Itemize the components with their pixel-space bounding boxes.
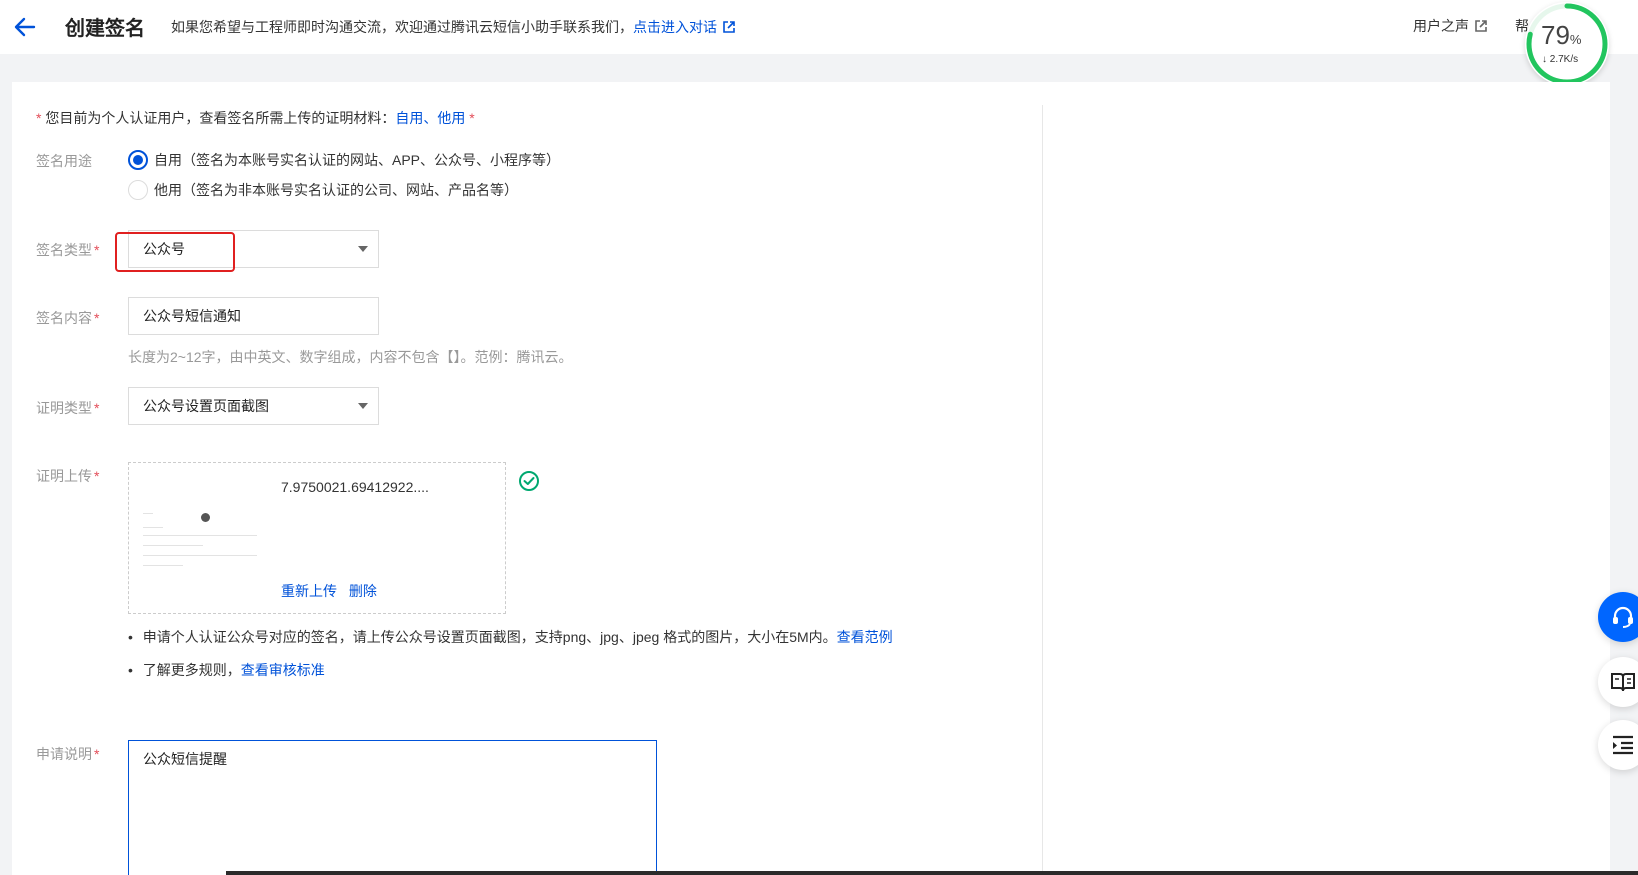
review-standard-link[interactable]: 查看审核标准 (241, 662, 325, 678)
external-link-icon (1475, 20, 1487, 32)
upload-actions: 重新上传 删除 (281, 581, 385, 601)
top-note: 如果您希望与工程师即时沟通交流，欢迎通过腾讯云短信小助手联系我们，点击进入对话 (171, 17, 735, 37)
usage-option-other-label: 他用（签名为非本账号实名认证的公司、网站、产品名等） (154, 182, 518, 198)
user-voice-label: 用户之声 (1413, 18, 1469, 34)
page-title: 创建签名 (65, 18, 145, 40)
certification-notice: * 您目前为个人认证用户，查看签名所需上传的证明材料：自用、他用 * (36, 108, 475, 128)
signature-content-input[interactable]: 公众号短信通知 (128, 297, 379, 335)
signature-type-select[interactable]: 公众号 (128, 230, 379, 268)
thumbnail-line (143, 565, 183, 566)
notice-text: 您目前为个人认证用户，查看签名所需上传的证明材料： (45, 110, 396, 126)
required-mark: * (94, 310, 100, 326)
notice-separator: 、 (423, 110, 438, 126)
top-bar: 创建签名 如果您希望与工程师即时沟通交流，欢迎通过腾讯云短信小助手联系我们，点击… (0, 0, 1638, 54)
external-link-icon[interactable] (723, 21, 735, 33)
bottom-strip (226, 871, 1638, 875)
usage-option-self-label: 自用（签名为本账号实名认证的网站、APP、公众号、小程序等） (154, 152, 561, 168)
required-mark: * (94, 400, 100, 416)
reupload-button[interactable]: 重新上传 (281, 583, 337, 599)
book-icon (1611, 673, 1635, 692)
content-label-text: 签名内容 (36, 310, 92, 326)
uploaded-file-name: 7.9750021.69412922.... (281, 479, 429, 495)
thumbnail-line (143, 535, 257, 536)
caret-down-icon (358, 403, 368, 409)
uploaded-image-thumbnail (141, 503, 261, 573)
thumbnail-line (143, 555, 257, 556)
type-label: 签名类型 * (36, 240, 99, 260)
signature-type-value: 公众号 (143, 241, 185, 257)
required-mark: * (469, 110, 475, 126)
column-divider (1042, 105, 1043, 875)
user-voice-link[interactable]: 用户之声 (1413, 16, 1487, 36)
description-label-text: 申请说明 (36, 746, 92, 762)
content-hint: 长度为2~12字，由中英文、数字组成，内容不包含【】。范例：腾讯云。 (128, 349, 573, 365)
speed-percent: 79% (1541, 20, 1581, 51)
type-label-text: 签名类型 (36, 242, 92, 258)
upload-area[interactable]: 7.9750021.69412922.... 重新上传 删除 (128, 462, 506, 614)
speed-percent-unit: % (1569, 32, 1582, 47)
thumbnail-avatar (201, 513, 210, 522)
upload-label-text: 证明上传 (36, 468, 92, 484)
required-mark: * (94, 242, 100, 258)
usage-option-self[interactable]: 自用（签名为本账号实名认证的网站、APP、公众号、小程序等） (128, 150, 560, 170)
speed-rate: ↓ 2.7K/s (1542, 54, 1579, 65)
proof-type-label-text: 证明类型 (36, 400, 92, 416)
proof-type-value: 公众号设置页面截图 (143, 398, 269, 414)
speed-percent-value: 79 (1541, 20, 1570, 50)
description-label: 申请说明 * (36, 744, 99, 764)
upload-rule-text: 申请个人认证公众号对应的签名，请上传公众号设置页面截图，支持png、jpg、jp… (142, 629, 837, 645)
self-use-link[interactable]: 自用 (395, 110, 423, 126)
thumbnail-line (143, 545, 203, 546)
top-note-text: 如果您希望与工程师即时沟通交流，欢迎通过腾讯云短信小助手联系我们， (171, 19, 633, 35)
more-rules-text: 了解更多规则， (142, 662, 241, 678)
thumbnail-line (143, 513, 153, 514)
other-use-link[interactable]: 他用 (437, 110, 465, 126)
upload-rule-bullet: 申请个人认证公众号对应的签名，请上传公众号设置页面截图，支持png、jpg、jp… (128, 627, 893, 647)
speed-rate-value: 2.7K/s (1549, 54, 1579, 65)
headset-icon (1613, 606, 1633, 628)
required-mark: * (94, 746, 100, 762)
radio-checked-icon[interactable] (128, 150, 148, 170)
proof-type-select[interactable]: 公众号设置页面截图 (128, 387, 379, 425)
usage-label: 签名用途 (36, 153, 92, 169)
radio-unchecked-icon[interactable] (128, 180, 148, 200)
upload-label: 证明上传 * (36, 466, 99, 486)
proof-type-label: 证明类型 * (36, 398, 99, 418)
back-arrow-icon[interactable] (12, 14, 38, 40)
usage-option-other[interactable]: 他用（签名为非本账号实名认证的公司、网站、产品名等） (128, 180, 518, 200)
network-speed-widget: 79% ↓ 2.7K/s (1525, 2, 1609, 86)
content-label: 签名内容 * (36, 308, 99, 328)
thumbnail-line (143, 527, 163, 528)
caret-down-icon (358, 246, 368, 252)
delete-button[interactable]: 删除 (349, 583, 377, 599)
more-rules-bullet: 了解更多规则，查看审核标准 (128, 660, 325, 680)
check-circle-icon (519, 471, 539, 491)
required-mark: * (36, 110, 42, 126)
view-example-link[interactable]: 查看范例 (837, 629, 893, 645)
description-textarea[interactable] (128, 740, 657, 875)
chat-link[interactable]: 点击进入对话 (633, 19, 717, 35)
required-mark: * (94, 468, 100, 484)
list-indent-icon (1613, 735, 1633, 755)
